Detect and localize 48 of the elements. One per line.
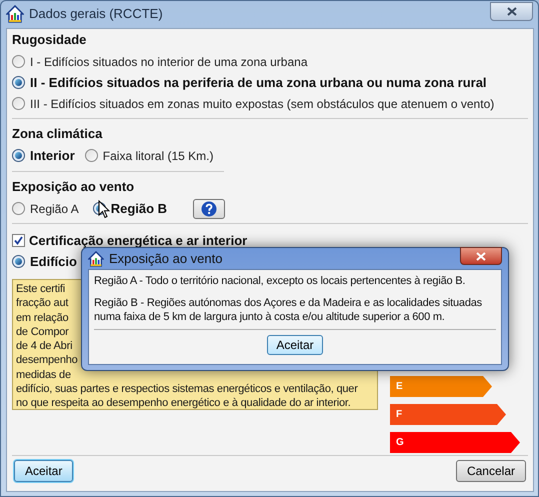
radio-button[interactable]: [12, 76, 25, 89]
window-title: Dados gerais (RCCTE): [29, 5, 163, 24]
radio-label[interactable]: III - Edifícios situados em zonas muito expostas (sem obstáculos que atenuem o vento): [30, 94, 494, 112]
section-heading: Rugosidade: [12, 31, 88, 49]
radio-label[interactable]: Faixa litoral (15 Km.): [102, 146, 214, 164]
close-button[interactable]: [460, 247, 502, 265]
radio-button[interactable]: [12, 202, 25, 215]
energy-class-bar: G: [390, 432, 520, 453]
radio-button[interactable]: [12, 97, 25, 110]
radio-label[interactable]: Região B: [110, 198, 168, 218]
dialog-title: Exposição ao vento: [109, 250, 222, 268]
house-icon: [6, 5, 24, 23]
cursor-icon: [98, 200, 110, 219]
radio-button[interactable]: [12, 149, 25, 162]
house-icon: [88, 250, 104, 266]
info-text-line: edifício, suas partes e respectios sistemas energéticos e ventilação, quer: [16, 382, 358, 396]
info-text-line: desempenho: [16, 353, 78, 368]
info-text-line: em relação: [16, 310, 68, 325]
checkbox-label[interactable]: Certificação energética e ar interior: [29, 230, 248, 250]
help-icon: [201, 200, 218, 216]
radio-button[interactable]: [12, 255, 25, 268]
radio-label[interactable]: I - Edifícios situados no interior de uma zona urbana: [30, 52, 308, 70]
radio-label[interactable]: Edifício: [30, 252, 77, 272]
dialog-paragraph: Região A - Todo o território nacional, excepto os locais pertencentes à região B.: [94, 274, 466, 288]
radio-button[interactable]: [84, 149, 98, 162]
close-icon: [476, 252, 486, 260]
info-text-line: de 4 de Abri: [16, 339, 72, 354]
cancel-button[interactable]: Cancelar: [456, 460, 526, 482]
checkbox[interactable]: [12, 234, 25, 247]
radio-label[interactable]: Interior: [30, 146, 75, 166]
close-button[interactable]: [490, 2, 533, 20]
section-heading: Zona climática: [12, 125, 104, 143]
radio-label[interactable]: II - Edifícios situados na periferia de uma zona urbana ou numa zona rural: [30, 72, 487, 92]
section-heading: Exposição ao vento: [12, 178, 136, 196]
close-icon: [506, 6, 516, 16]
radio-label[interactable]: Região A: [30, 200, 79, 218]
info-text-line: medidas de: [16, 368, 71, 382]
help-button[interactable]: [193, 198, 226, 218]
energy-class-bar: F: [390, 404, 506, 425]
info-text-line: Este certifi: [16, 282, 65, 296]
dialog-paragraph: Região B - Regiões autónomas dos Açores e da Madeira e as localidades situadas numa faixa de 5 km de largura junto à costa e/ou altitude superior a 600 m.: [94, 296, 483, 324]
info-text-line: de Compor: [16, 324, 69, 340]
radio-button[interactable]: [12, 55, 25, 68]
accept-button[interactable]: Aceitar: [267, 335, 323, 355]
info-text-line: fracção aut: [16, 296, 68, 311]
energy-class-bar: E: [390, 376, 492, 397]
info-text-line: no que respeita ao desempenho energético e à qualidade do ar interior.: [16, 396, 351, 411]
accept-button[interactable]: Aceitar: [14, 460, 74, 482]
